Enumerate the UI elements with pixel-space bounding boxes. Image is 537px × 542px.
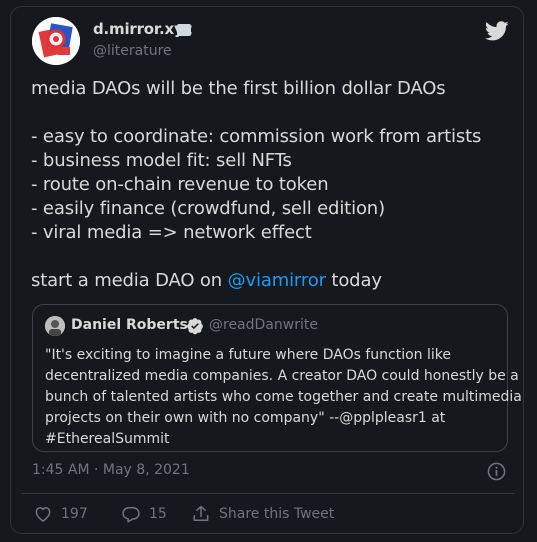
tweet-line: - viral media => network effect [31,222,312,243]
tweet-line: - easy to coordinate: commission work fr… [31,126,482,147]
twitter-bird-icon[interactable] [485,21,509,41]
tweet-line: media DAOs will be the first billion dol… [31,78,446,99]
reply-count: 15 [149,506,167,522]
quoted-author-name: Daniel Roberts [71,317,188,333]
quote-line: #EtherealSummit [45,431,170,447]
quote-line: "It's exciting to imagine a future where… [45,347,451,363]
quote-line: projects on their own with no company" -… [45,410,446,426]
action-divider [21,493,515,494]
like-count: 197 [61,506,88,522]
tweet-closing-line: start a media DAO on @viamirror today [31,269,511,293]
heart-icon [35,507,51,522]
share-button[interactable]: Share this Tweet [191,504,334,524]
tweet-text: media DAOs will be the first billion dol… [31,77,511,293]
quoted-tweet-text: "It's exciting to imagine a future where… [45,345,522,450]
closing-suffix: today [325,270,382,291]
tweet-line: - easily finance (crowdfund, sell editio… [31,198,385,219]
verified-badge-icon [187,318,203,335]
tweet-timestamp[interactable]: 1:45 AM · May 8, 2021 [32,462,190,478]
quoted-author-avatar [45,316,65,336]
tweet-card: d.mirror.xyz @literature media DAOs will… [10,6,524,534]
mention-link[interactable]: @viamirror [228,270,326,291]
like-button[interactable]: 197 [33,504,88,524]
author-badge-icon [177,24,191,36]
info-icon[interactable] [487,462,506,481]
quoted-tweet[interactable]: Daniel Roberts @readDanwrite "It's excit… [32,304,522,452]
quote-line: decentralized media companies. A creator… [45,368,519,384]
author-handle[interactable]: @literature [93,43,172,59]
share-upload-icon [193,505,209,521]
share-label: Share this Tweet [219,506,335,522]
closing-prefix: start a media DAO on [31,270,228,291]
quote-line: bunch of talented artists who come toget… [45,389,522,405]
tweet-line: - route on-chain revenue to token [31,174,329,195]
author-avatar[interactable] [32,17,80,65]
tweet-line: - business model fit: sell NFTs [31,150,292,171]
reply-button[interactable]: 15 [121,504,167,524]
reply-bubble-icon [122,507,140,523]
quoted-author-handle: @readDanwrite [209,317,318,333]
